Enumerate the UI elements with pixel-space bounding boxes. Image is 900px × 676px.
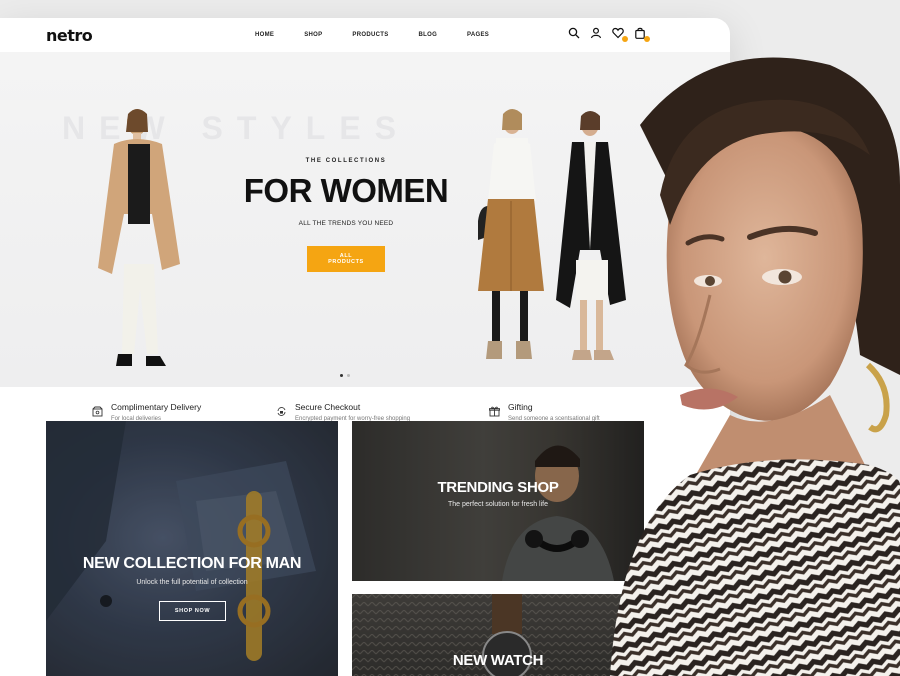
hero-subtitle: ALL THE TRENDS YOU NEED: [298, 220, 394, 227]
site-header: netro HOME SHOP PRODUCTS BLOG PAGES: [0, 18, 730, 52]
account-button[interactable]: [590, 27, 602, 39]
promo-man-title: NEW COLLECTION FOR MAN: [82, 555, 302, 572]
nav-shop[interactable]: SHOP: [304, 32, 322, 38]
wishlist-badge: [622, 36, 628, 42]
wishlist-button[interactable]: [612, 27, 628, 42]
feature-gifting: Gifting Send someone a scentsational gif…: [489, 402, 600, 422]
all-products-button[interactable]: ALL PRODUCTS: [307, 246, 385, 272]
search-button[interactable]: [568, 27, 580, 39]
main-nav: HOME SHOP PRODUCTS BLOG PAGES: [255, 18, 519, 52]
denim-jacket-sunglasses-image: [46, 421, 338, 676]
feature-title: Gifting: [508, 402, 533, 412]
promo-man-collection[interactable]: NEW COLLECTION FOR MAN Unlock the full p…: [46, 421, 338, 676]
site-logo[interactable]: netro: [46, 26, 93, 45]
hero-title: FOR WOMEN: [243, 172, 449, 209]
lock-cycle-icon: [277, 407, 286, 416]
nav-home[interactable]: HOME: [255, 32, 274, 38]
hero-kicker: THE COLLECTIONS: [305, 158, 387, 164]
slider-dot-1[interactable]: [340, 374, 343, 377]
model-camel-coat-image: [98, 109, 180, 366]
shop-now-button[interactable]: SHOP NOW: [159, 601, 226, 621]
cart-button[interactable]: [634, 27, 650, 42]
delivery-box-icon: [92, 406, 103, 417]
feature-delivery: Complimentary Delivery For local deliver…: [92, 402, 201, 422]
feature-title: Complimentary Delivery: [111, 402, 202, 412]
woman-portrait-image: [610, 57, 900, 676]
feature-secure-checkout: Secure Checkout Encrypted payment for wo…: [276, 402, 410, 422]
nav-pages[interactable]: PAGES: [467, 32, 489, 38]
promo-man-subtitle: Unlock the full potential of collection: [136, 579, 248, 586]
gift-icon: [489, 406, 500, 417]
search-icon: [568, 27, 580, 39]
header-icons: [568, 27, 650, 42]
slider-dot-2[interactable]: [347, 374, 350, 377]
nav-blog[interactable]: BLOG: [419, 32, 438, 38]
cart-badge: [644, 36, 650, 42]
user-icon: [590, 27, 602, 39]
nav-products[interactable]: PRODUCTS: [352, 32, 388, 38]
slider-dots: [340, 374, 350, 377]
feature-title: Secure Checkout: [295, 402, 361, 412]
hero-content: THE COLLECTIONS FOR WOMEN ALL THE TRENDS…: [200, 158, 492, 272]
